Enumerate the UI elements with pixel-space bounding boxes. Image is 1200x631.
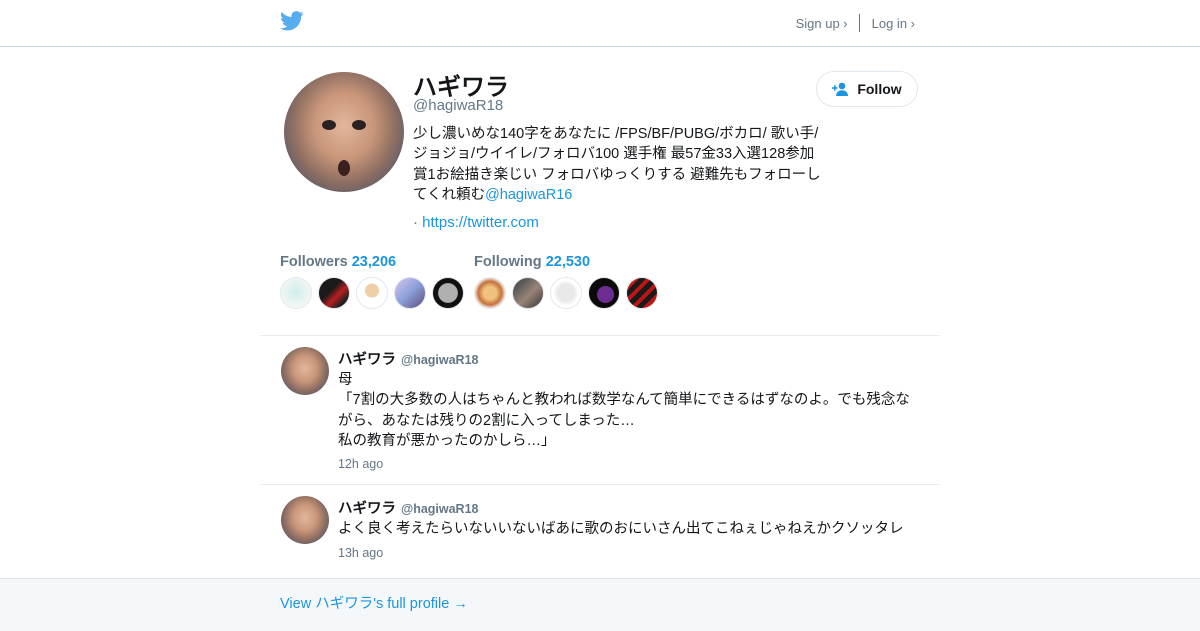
followers-stat[interactable]: Followers 23,206 (280, 254, 396, 270)
tweet-item[interactable]: ハギワラ @hagiwaR18 母 「7割の大多数の人はちゃんと教われば数学なんて… (260, 335, 940, 484)
bio-text: 少し濃いめな140字をあなたに /FPS/BF/PUBG/ボカロ/ 歌い手/ジョ… (413, 126, 821, 203)
following-avatar[interactable] (474, 277, 506, 309)
followers-count: 23,206 (351, 254, 397, 270)
profile-url-link[interactable]: https://twitter.com (422, 214, 539, 231)
nav-divider (858, 14, 860, 32)
following-avatar[interactable] (512, 277, 544, 309)
following-avatar[interactable] (626, 277, 658, 309)
tweet-timestamp[interactable]: 12h ago (338, 457, 383, 471)
tweet-author-name: ハギワラ (338, 501, 396, 517)
following-avatar[interactable] (588, 277, 620, 309)
tweet-author[interactable]: ハギワラ @hagiwaR18 (338, 497, 479, 518)
following-avatars (474, 277, 664, 309)
avatar-eye-right (352, 120, 366, 130)
tweet-text: よく良く考えたらいないいないばあに歌のおにいさん出てこねぇじゃねえかクソッタレ (338, 521, 904, 537)
auth-nav: Sign up › Log in › (796, 14, 915, 32)
following-label: Following (474, 254, 542, 270)
followers-label: Followers (280, 254, 348, 270)
follower-avatar[interactable] (356, 277, 388, 309)
tweet-timestamp[interactable]: 13h ago (338, 546, 383, 560)
profile-url: · https://twitter.com (413, 214, 539, 231)
avatar-eye-left (322, 120, 336, 130)
tweet-item[interactable]: ハギワラ @hagiwaR18 よく良く考えたらいないいないばあに歌のおにいさん出… (260, 484, 940, 578)
profile-handle: @hagiwaR18 (413, 97, 504, 114)
footer-bar: View ハギワラ's full profile → (0, 578, 1200, 631)
top-bar: Sign up › Log in › (0, 0, 1200, 47)
follow-button[interactable]: Follow (816, 71, 918, 107)
tweet-author-name: ハギワラ (338, 352, 396, 368)
follower-avatar[interactable] (432, 277, 464, 309)
full-profile-link[interactable]: View ハギワラ's full profile → (280, 592, 468, 613)
follower-avatar[interactable] (318, 277, 350, 309)
avatar-mouth (338, 160, 350, 176)
add-user-icon (832, 82, 849, 96)
twitter-bird-icon[interactable] (280, 11, 304, 31)
tweet-author[interactable]: ハギワラ @hagiwaR18 (338, 348, 479, 369)
profile-avatar[interactable] (284, 72, 404, 192)
bio-mention-link[interactable]: @hagiwaR16 (485, 187, 572, 203)
tweet-author-handle: @hagiwaR18 (401, 502, 479, 516)
following-avatar[interactable] (550, 277, 582, 309)
following-count: 22,530 (545, 254, 591, 270)
follower-avatar[interactable] (280, 277, 312, 309)
follower-avatar[interactable] (394, 277, 426, 309)
followers-avatars (280, 277, 470, 309)
profile-bio: 少し濃いめな140字をあなたに /FPS/BF/PUBG/ボカロ/ 歌い手/ジョ… (413, 124, 828, 205)
tweet-avatar[interactable] (281, 496, 329, 544)
tweet-author-handle: @hagiwaR18 (401, 353, 479, 367)
following-stat[interactable]: Following 22,530 (474, 254, 590, 270)
follow-label: Follow (857, 81, 902, 97)
tweet-text: 母 「7割の大多数の人はちゃんと教われば数学なんて簡単にできるはずなのよ。でも残… (338, 372, 910, 449)
login-link[interactable]: Log in › (872, 16, 915, 31)
signup-link[interactable]: Sign up › (796, 16, 848, 31)
tweet-avatar[interactable] (281, 347, 329, 395)
url-prefix: · (413, 214, 418, 231)
profile-header: ハギワラ @hagiwaR18 少し濃いめな140字をあなたに /FPS/BF/… (0, 47, 1200, 336)
